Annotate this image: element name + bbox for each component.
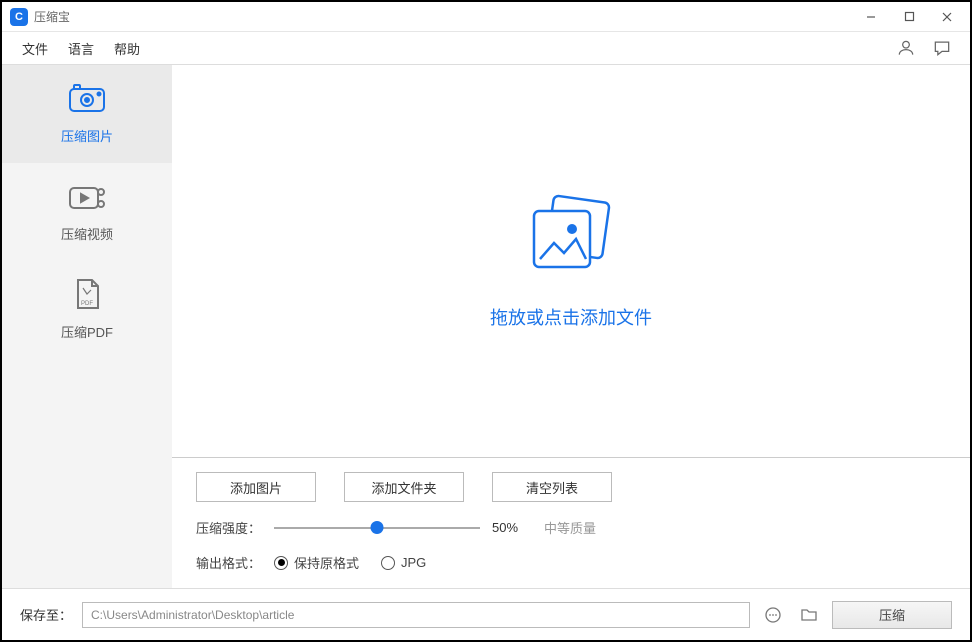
folder-icon <box>800 607 818 623</box>
minimize-button[interactable] <box>852 3 890 31</box>
titlebar: C 压缩宝 <box>2 2 970 32</box>
radio-keep-original[interactable]: 保持原格式 <box>274 553 359 572</box>
compression-strength-slider[interactable] <box>274 519 480 537</box>
svg-text:PDF: PDF <box>81 301 93 307</box>
more-icon <box>764 606 782 624</box>
menubar: 文件 语言 帮助 <box>2 32 970 64</box>
radio-icon <box>381 556 395 570</box>
account-button[interactable] <box>892 34 920 62</box>
maximize-button[interactable] <box>890 3 928 31</box>
sidebar-item-label: 压缩视频 <box>61 224 113 243</box>
menu-language[interactable]: 语言 <box>62 33 100 64</box>
browse-folder-button[interactable] <box>796 602 822 628</box>
chat-icon <box>932 38 952 58</box>
save-to-label: 保存至： <box>20 605 72 624</box>
sidebar: 压缩图片 压缩视频 PDF 压缩PDF <box>2 65 172 588</box>
compression-strength-percent: 50% <box>492 520 532 535</box>
dropzone-text: 拖放或点击添加文件 <box>490 304 652 330</box>
window-title: 压缩宝 <box>34 8 70 25</box>
dropzone[interactable]: 拖放或点击添加文件 <box>172 65 970 457</box>
compression-strength-row: 压缩强度： 50% 中等质量 <box>196 518 946 537</box>
radio-icon <box>274 556 288 570</box>
clear-list-button[interactable]: 清空列表 <box>492 472 612 502</box>
add-folder-button[interactable]: 添加文件夹 <box>344 472 464 502</box>
app-icon: C <box>10 8 28 26</box>
close-button[interactable] <box>928 3 966 31</box>
sidebar-item-compress-image[interactable]: 压缩图片 <box>2 65 172 163</box>
feedback-button[interactable] <box>928 34 956 62</box>
save-options-button[interactable] <box>760 602 786 628</box>
radio-label: JPG <box>401 555 426 570</box>
close-icon <box>941 11 953 23</box>
user-icon <box>896 38 916 58</box>
sidebar-item-label: 压缩图片 <box>61 126 113 145</box>
compress-button[interactable]: 压缩 <box>832 601 952 629</box>
add-image-button[interactable]: 添加图片 <box>196 472 316 502</box>
video-icon <box>67 182 107 212</box>
footer: 保存至： C:\Users\Administrator\Desktop\arti… <box>2 588 970 640</box>
menu-file[interactable]: 文件 <box>16 33 54 64</box>
menu-help[interactable]: 帮助 <box>108 33 146 64</box>
radio-jpg[interactable]: JPG <box>381 555 426 570</box>
minimize-icon <box>865 11 877 23</box>
sidebar-item-compress-pdf[interactable]: PDF 压缩PDF <box>2 261 172 359</box>
pdf-icon: PDF <box>67 280 107 310</box>
output-format-row: 输出格式： 保持原格式 JPG <box>196 553 946 572</box>
image-stack-icon <box>516 193 626 286</box>
maximize-icon <box>904 11 915 22</box>
app-window: C 压缩宝 文件 语言 帮助 <box>0 0 972 642</box>
output-format-label: 输出格式： <box>196 553 262 572</box>
radio-label: 保持原格式 <box>294 553 359 572</box>
save-path-input[interactable]: C:\Users\Administrator\Desktop\article <box>82 602 750 628</box>
sidebar-item-compress-video[interactable]: 压缩视频 <box>2 163 172 261</box>
controls-panel: 添加图片 添加文件夹 清空列表 压缩强度： 50% 中等质量 输出格式： <box>172 457 970 588</box>
main-panel: 拖放或点击添加文件 添加图片 添加文件夹 清空列表 压缩强度： 50% 中等质量 <box>172 65 970 588</box>
button-row: 添加图片 添加文件夹 清空列表 <box>196 472 946 502</box>
sidebar-item-label: 压缩PDF <box>61 322 113 341</box>
camera-icon <box>67 84 107 114</box>
body: 压缩图片 压缩视频 PDF 压缩PDF <box>2 64 970 588</box>
compression-strength-label: 压缩强度： <box>196 518 262 537</box>
compression-quality-text: 中等质量 <box>544 518 596 537</box>
